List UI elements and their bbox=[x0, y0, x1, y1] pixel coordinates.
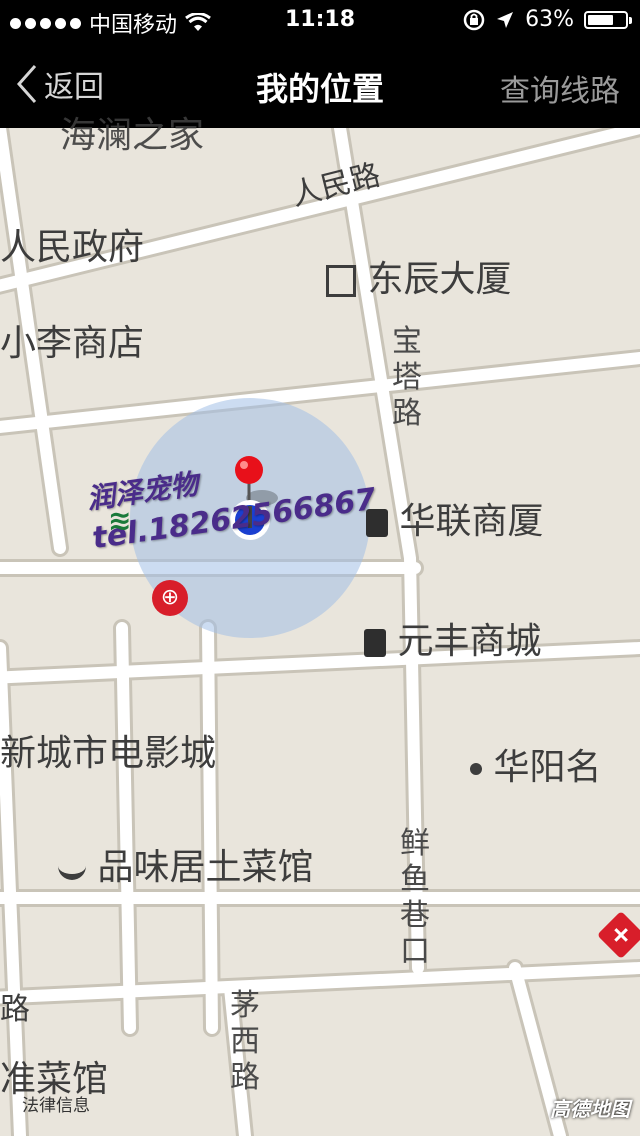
road-label-baota: 宝塔路 bbox=[392, 324, 422, 431]
map-provider-logo: 高德地图 bbox=[550, 1097, 630, 1121]
place-label-hualian: 华联商厦 bbox=[366, 492, 543, 544]
rotation-lock-icon bbox=[463, 9, 485, 30]
battery-icon bbox=[584, 10, 632, 29]
place-label-dongchen: 东辰大厦 bbox=[326, 250, 511, 302]
road-label-bottom-left: 路 bbox=[0, 992, 30, 1027]
query-route-button[interactable]: 查询线路 bbox=[500, 66, 620, 110]
place-label-huayang: 华阳名 bbox=[470, 738, 601, 790]
place-label-restaurant: 品味居土菜馆 bbox=[58, 838, 313, 890]
status-bar: 中国移动 11:18 63% bbox=[0, 0, 640, 40]
bank-icon: ⊕ bbox=[152, 580, 188, 616]
place-label-cinema: 新城市电影城 bbox=[0, 733, 217, 774]
map-view[interactable]: 海澜之家 人民路 人民政府 东辰大厦 小李商店 宝塔路 润泽宠物 tel.182… bbox=[0, 115, 640, 1136]
map-roads bbox=[0, 128, 640, 1136]
shopping-bag-icon bbox=[366, 509, 388, 537]
location-services-icon bbox=[497, 11, 514, 28]
post-office-icon: ≋ bbox=[108, 504, 132, 537]
restaurant-icon bbox=[58, 858, 86, 880]
place-label-gov: 人民政府 bbox=[0, 227, 145, 268]
legal-info-link[interactable]: 法律信息 bbox=[22, 1091, 90, 1116]
battery-percentage: 63% bbox=[525, 7, 574, 32]
building-icon bbox=[326, 265, 356, 297]
road-label-maoxi: 茅西路 bbox=[230, 988, 260, 1095]
screen: 中国移动 11:18 63% 返回 我的位置 查询线路 海澜之家 人民路 人民政… bbox=[0, 0, 640, 1136]
place-label-shop: 小李商店 bbox=[0, 323, 145, 364]
place-label-yuanfeng: 元丰商城 bbox=[364, 612, 541, 664]
road-label-xianyu: 鲜鱼巷口 bbox=[400, 826, 430, 969]
poi-dot-icon bbox=[470, 763, 482, 775]
place-label-top: 海澜之家 bbox=[60, 115, 205, 156]
shopping-bag-icon bbox=[364, 629, 386, 657]
